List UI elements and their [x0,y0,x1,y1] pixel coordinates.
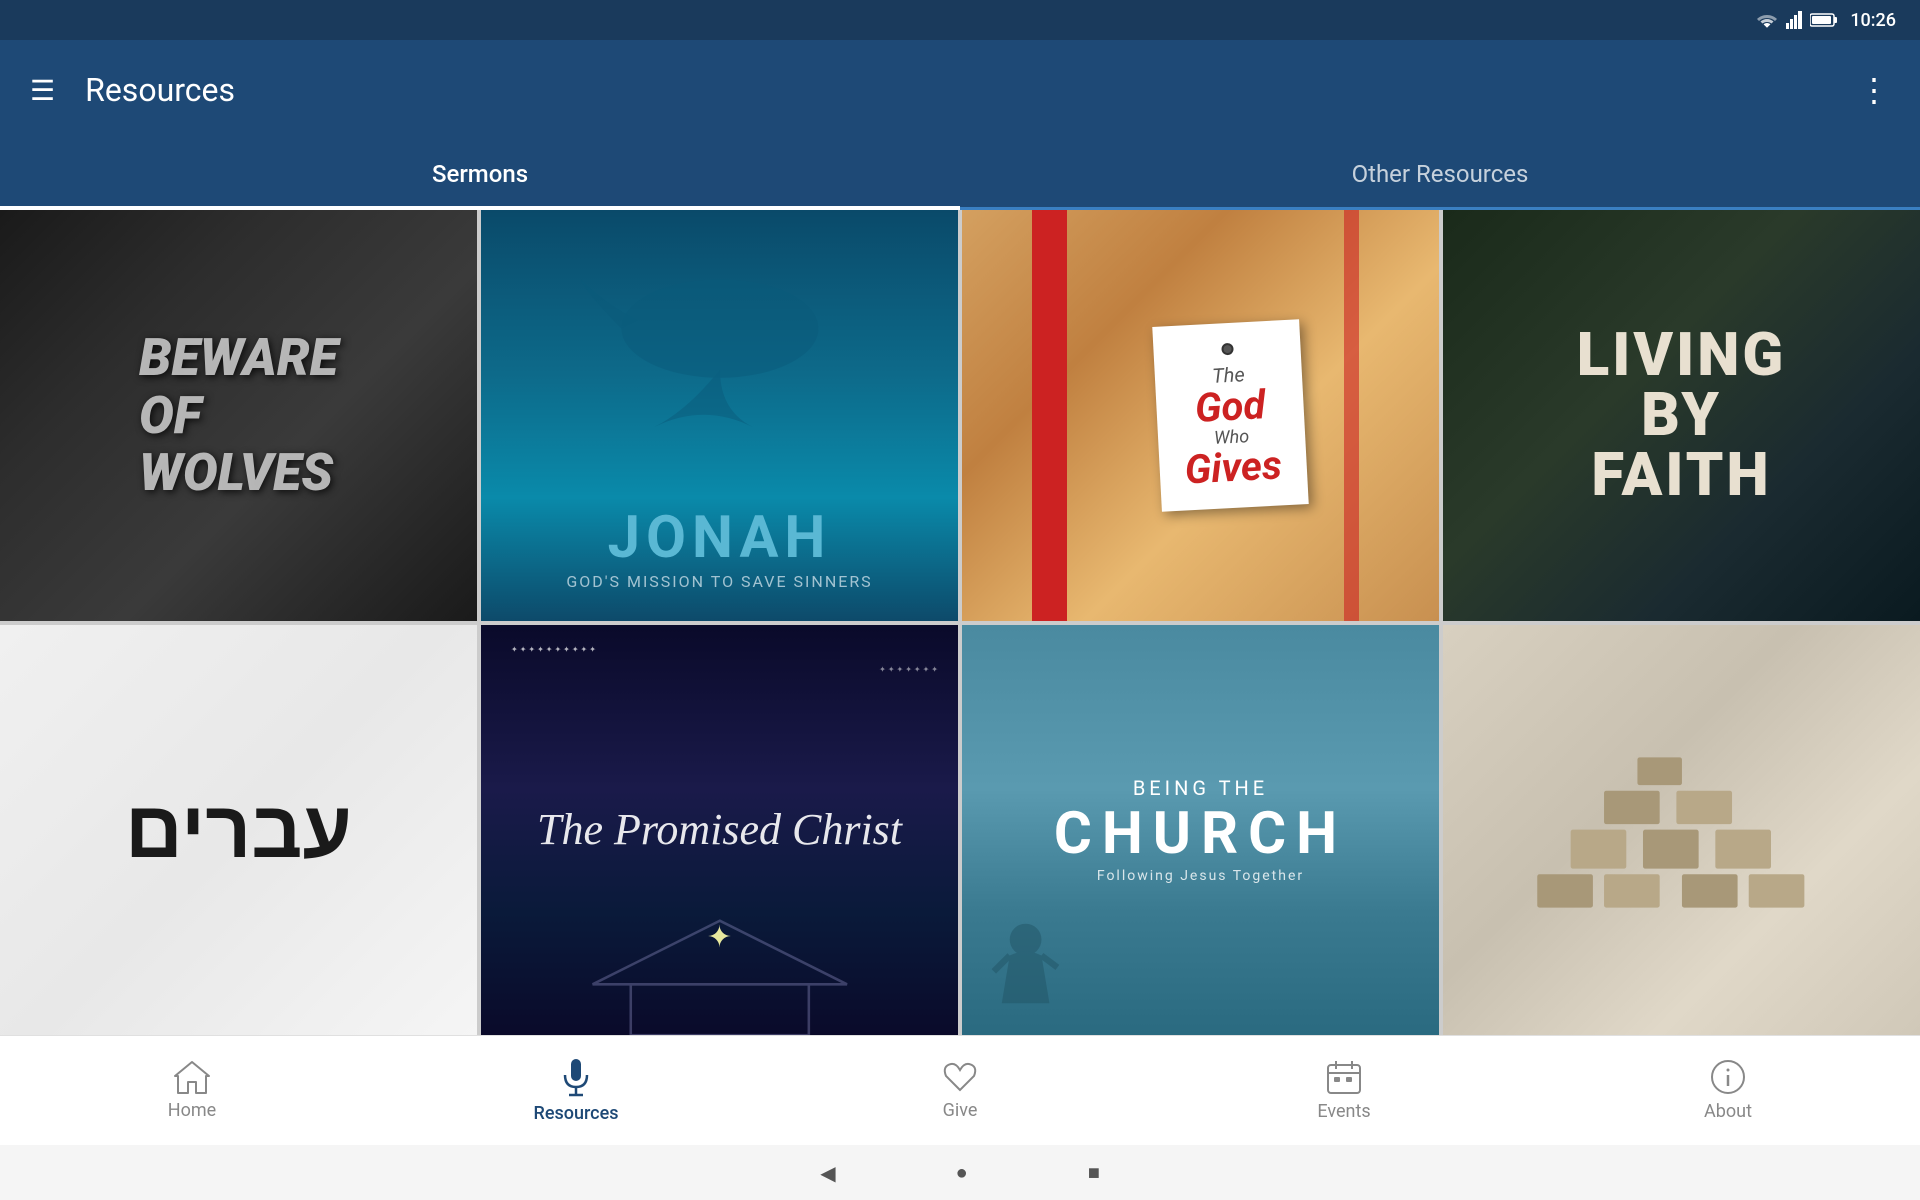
ruins-illustration [1515,686,1849,973]
card-promised-title: The Promised Christ [537,801,902,858]
card-church-subtitle: Following Jesus Together [1054,868,1347,884]
bottom-nav: Home Resources Give Events [0,1035,1920,1145]
list-item[interactable]: BEWAREOFWOLVES [0,210,477,621]
signal-icon [1786,11,1802,29]
nav-item-give[interactable]: Give [768,1060,1152,1121]
system-nav-bar: ◀ ● ■ [0,1145,1920,1200]
nav-label-about: About [1704,1101,1752,1122]
card-hebrew-title: עברים [125,783,352,877]
card-church-content: BEING THE CHURCH Following Jesus Togethe… [1054,776,1347,884]
home-button[interactable]: ● [956,1160,968,1185]
list-item[interactable]: JONAH GOD'S MISSION TO SAVE SINNERS [481,210,958,621]
nav-item-about[interactable]: About [1536,1059,1920,1122]
back-button[interactable]: ◀ [820,1161,835,1185]
list-item[interactable] [1443,625,1920,1036]
status-time: 10:26 [1850,10,1896,31]
page-title: Resources [85,71,1858,109]
list-item[interactable]: עברים [0,625,477,1036]
people-illustration [962,876,1201,1035]
card-jonah-title: JONAH [566,504,872,572]
info-icon [1710,1059,1746,1095]
card-jonah-subtitle: GOD'S MISSION TO SAVE SINNERS [566,572,872,591]
list-item[interactable]: BEING THE CHURCH Following Jesus Togethe… [962,625,1439,1036]
list-item[interactable]: LIVINGBYFAITH [1443,210,1920,621]
top-bar: ☰ Resources ⋮ [0,40,1920,140]
nav-label-resources: Resources [534,1103,619,1124]
list-item[interactable]: The God Who Gives [962,210,1439,621]
card-beware-title: BEWAREOFWOLVES [119,309,358,521]
nav-label-give: Give [943,1100,978,1121]
heart-icon [942,1060,978,1094]
content-grid: BEWAREOFWOLVES JONAH GOD'S MISSION TO SA… [0,210,1920,1035]
recent-apps-button[interactable]: ■ [1088,1160,1100,1185]
battery-icon [1810,12,1838,28]
nav-item-events[interactable]: Events [1152,1059,1536,1122]
status-bar: 10:26 [0,0,1920,40]
whale-illustration [553,230,887,476]
nav-item-home[interactable]: Home [0,1060,384,1121]
microphone-icon [561,1057,591,1097]
more-options-icon[interactable]: ⋮ [1858,71,1890,109]
tab-sermons[interactable]: Sermons [0,140,960,207]
nav-label-events: Events [1317,1101,1370,1122]
card-church-being: BEING THE [1054,776,1347,800]
menu-icon[interactable]: ☰ [30,74,55,107]
tab-bar: Sermons Other Resources [0,140,1920,210]
list-item[interactable]: ✦ ✦ ✦ ✦ ✦ ✦ ✦ ✦ ✦ ✦ ✦ ✦ ✦ ✦ ✦ ✦ ✦ ✦ The … [481,625,958,1036]
nav-label-home: Home [168,1100,216,1121]
status-icons [1756,11,1838,29]
home-icon [174,1060,210,1094]
calendar-icon [1326,1059,1362,1095]
card-living-title: LIVINGBYFAITH [1577,325,1786,505]
wifi-icon [1756,12,1778,28]
card-church-title: CHURCH [1054,800,1347,868]
nav-item-resources[interactable]: Resources [384,1057,768,1124]
tab-other-resources[interactable]: Other Resources [960,140,1920,207]
